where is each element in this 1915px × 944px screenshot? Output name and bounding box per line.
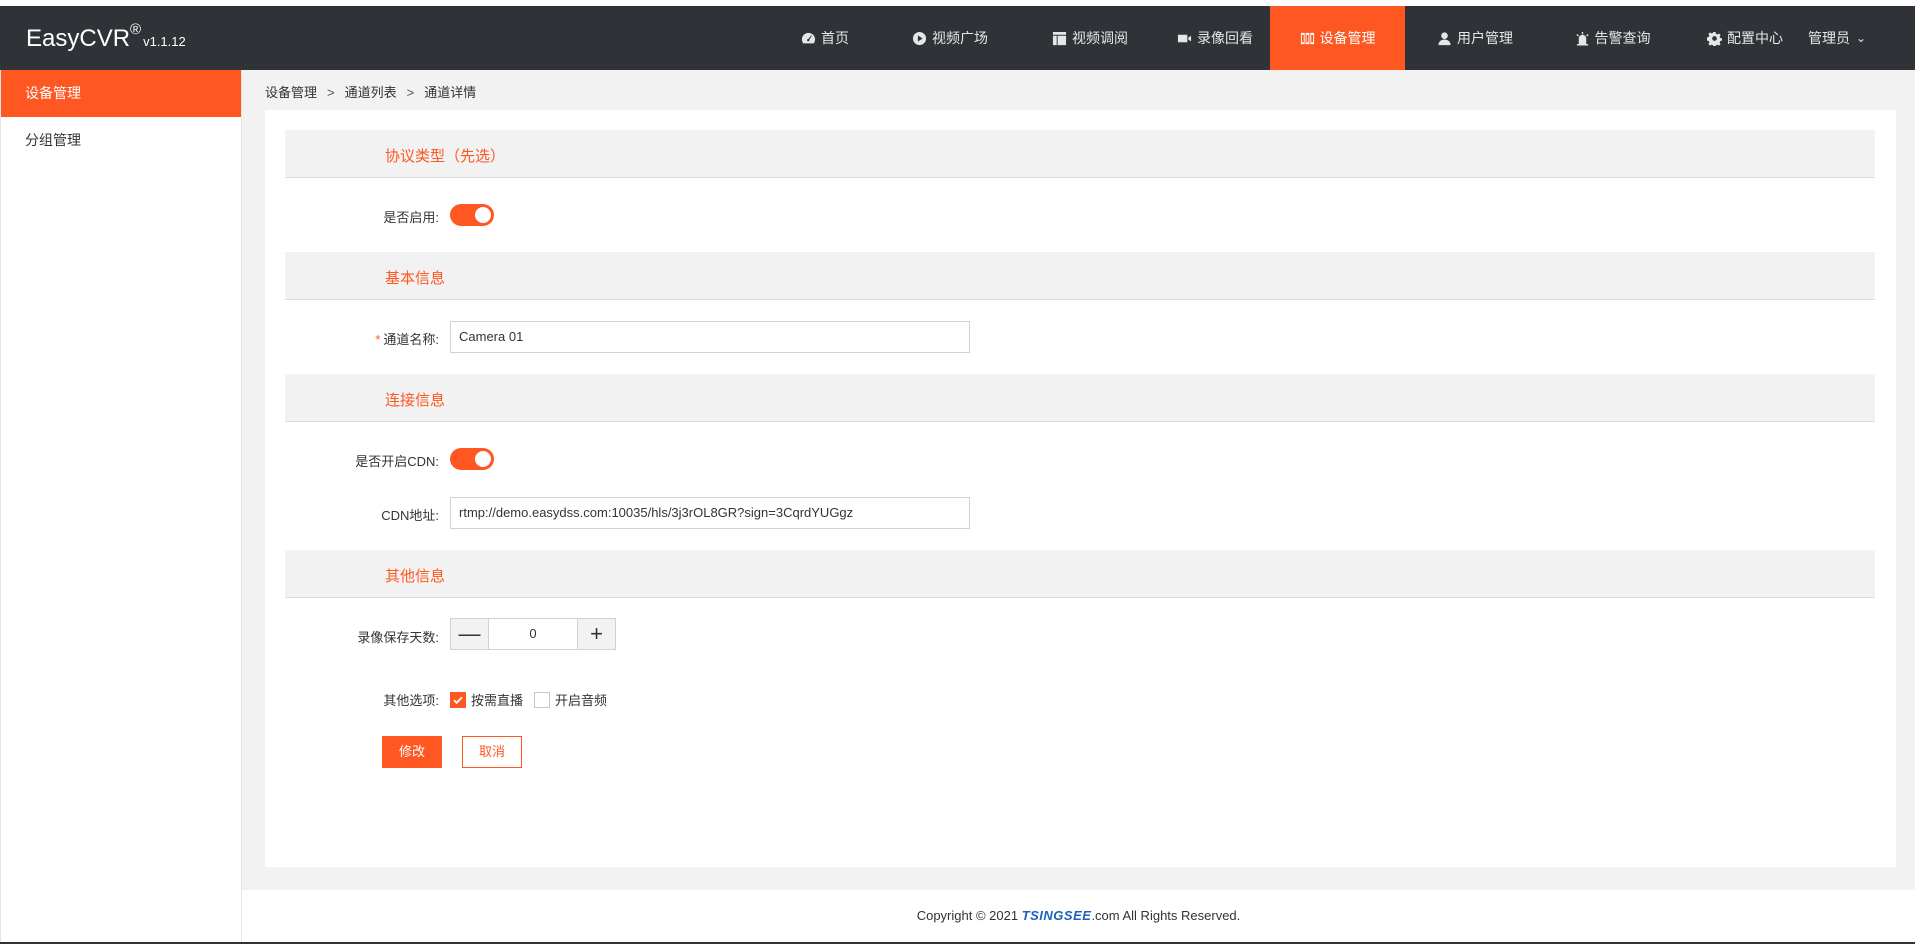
nav-user-management[interactable]: 用户管理 — [1405, 6, 1545, 70]
footer-rights: .com All Rights Reserved. — [1091, 908, 1241, 923]
enabled-label: 是否启用: — [383, 210, 439, 225]
checkbox-unchecked[interactable] — [534, 691, 550, 708]
nav-device-management[interactable]: 设备管理 — [1270, 6, 1405, 70]
play-icon — [912, 31, 927, 45]
nav-video-square-label: 视频广场 — [932, 30, 988, 46]
sidebar-item-label: 分组管理 — [25, 132, 81, 148]
nav-alarm-query-label: 告警查询 — [1594, 30, 1651, 46]
cdn-enabled-label: 是否开启CDN: — [355, 454, 439, 469]
footer: Copyright © 2021 TSINGSEE.com All Rights… — [242, 890, 1915, 944]
checkbox-checked[interactable] — [450, 691, 466, 708]
option-label: 按需直播 — [471, 693, 524, 708]
breadcrumb-item-current: 通道详情 — [424, 85, 477, 100]
nav-config-center-label: 配置中心 — [1727, 30, 1783, 46]
nav-device-management-label: 设备管理 — [1319, 30, 1376, 46]
sidebar: 设备管理 分组管理 — [0, 70, 242, 944]
nav-video-square[interactable]: 视频广场 — [880, 6, 1020, 70]
chevron-down-icon: ⌄ — [1856, 31, 1867, 45]
breadcrumb-separator: > — [327, 85, 335, 100]
toggle-knob — [475, 207, 491, 223]
logo-registered-mark: ® — [130, 21, 142, 38]
channel-name-label: * 通道名称: — [285, 329, 439, 348]
sidebar-item-device-management[interactable]: 设备管理 — [1, 70, 241, 117]
record-days-input[interactable]: 0 — [488, 619, 578, 649]
section-title: 其他信息 — [385, 568, 446, 585]
breadcrumb: 设备管理 > 通道列表 > 通道详情 — [265, 82, 476, 101]
option-enable-audio[interactable]: 开启音频 — [534, 690, 607, 709]
logo-text: EasyCVR — [26, 25, 131, 52]
alarm-icon — [1575, 31, 1589, 46]
toggle-knob — [475, 451, 491, 467]
section-title: 基本信息 — [385, 270, 446, 287]
breadcrumb-separator: > — [406, 85, 415, 100]
sidebar-item-group-management[interactable]: 分组管理 — [1, 117, 241, 164]
video-camera-icon — [1177, 34, 1192, 42]
decrement-button[interactable]: — — [451, 619, 488, 649]
nav-alarm-query[interactable]: 告警查询 — [1545, 6, 1680, 70]
breadcrumb-item[interactable]: 通道列表 — [345, 85, 397, 100]
section-header-connection: 连接信息 — [285, 374, 1875, 422]
other-options-label: 其他选项: — [383, 693, 439, 708]
section-header-protocol: 协议类型（先选） — [285, 130, 1875, 178]
section-header-other: 其他信息 — [285, 550, 1875, 598]
checkmark-icon — [453, 696, 463, 704]
channel-name-input[interactable]: Camera 01 — [450, 321, 970, 353]
submit-button[interactable]: 修改 — [382, 736, 442, 768]
app-version: v1.1.12 — [143, 34, 186, 49]
cdn-enabled-toggle[interactable] — [450, 448, 494, 470]
breadcrumb-item[interactable]: 设备管理 — [265, 85, 317, 100]
user-name: 管理员 — [1808, 30, 1850, 46]
cancel-button[interactable]: 取消 — [462, 736, 522, 768]
increment-button[interactable]: + — [578, 619, 615, 649]
cdn-url-label: CDN地址: — [381, 508, 439, 523]
nav-video-browse-label: 视频调阅 — [1072, 30, 1128, 46]
layout-icon — [1052, 31, 1067, 45]
gear-icon — [1707, 31, 1722, 46]
user-menu[interactable]: 管理员 ⌄ — [1808, 6, 1898, 70]
section-header-basic: 基本信息 — [285, 252, 1875, 300]
nav-config-center[interactable]: 配置中心 — [1680, 6, 1810, 70]
nav-video-browse[interactable]: 视频调阅 — [1020, 6, 1160, 70]
record-days-stepper: — 0 + — [450, 618, 616, 650]
nav-home-label: 首页 — [821, 30, 849, 46]
option-on-demand-live[interactable]: 按需直播 — [450, 690, 523, 709]
record-days-label: 录像保存天数: — [357, 630, 439, 645]
user-icon — [1438, 31, 1451, 45]
channel-name-label-text: 通道名称: — [383, 332, 439, 347]
footer-copyright: Copyright © 2021 — [916, 908, 1019, 923]
section-title: 协议类型（先选） — [385, 148, 506, 165]
section-title: 连接信息 — [385, 392, 446, 409]
sidebar-item-label: 设备管理 — [25, 85, 81, 101]
nav-home[interactable]: 首页 — [770, 6, 880, 70]
header-bar: EasyCVR®v1.1.12 首页 视频广场 视频调阅 录像回看 设备管理 用… — [0, 6, 1915, 70]
enabled-toggle[interactable] — [450, 204, 494, 226]
nav-user-management-label: 用户管理 — [1457, 30, 1513, 46]
option-label: 开启音频 — [555, 693, 608, 708]
app-logo[interactable]: EasyCVR®v1.1.12 — [26, 21, 186, 53]
device-icon — [1300, 32, 1314, 44]
nav-record-playback[interactable]: 录像回看 — [1160, 6, 1270, 70]
nav-record-playback-label: 录像回看 — [1197, 30, 1253, 46]
cdn-url-input[interactable]: rtmp://demo.easydss.com:10035/hls/3j3rOL… — [450, 497, 970, 529]
required-mark: * — [375, 332, 381, 347]
dashboard-icon — [801, 32, 816, 43]
footer-brand[interactable]: TSINGSEE — [1022, 908, 1092, 923]
